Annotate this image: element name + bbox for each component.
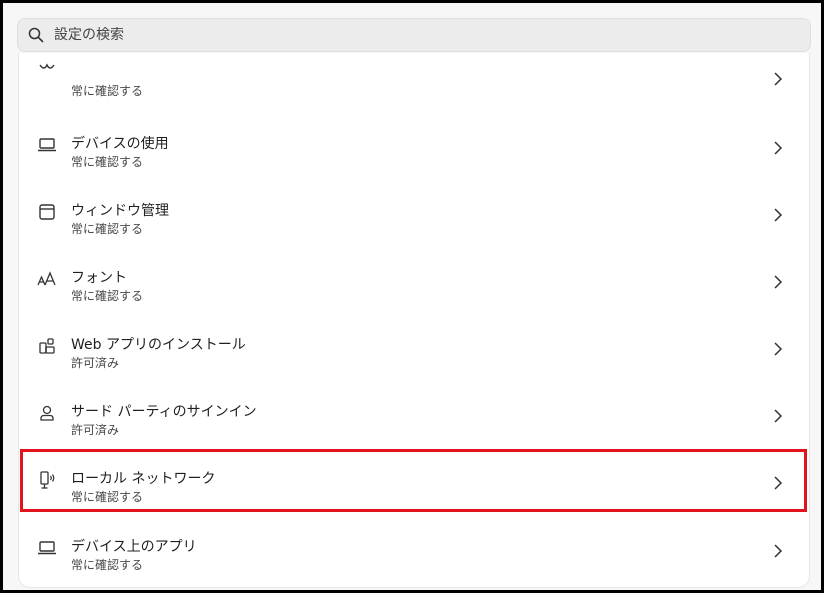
item-title: ウィンドウ管理 [71,203,169,219]
item-subtitle: 常に確認する [71,84,144,98]
list-item-partial[interactable]: 常に確認する [19,56,809,120]
permissions-list: 常に確認する デバイスの使用 常に確認する ウィンドウ管理 常に確認する フォン… [18,53,810,588]
list-item-fonts[interactable]: フォント 常に確認する [19,255,809,319]
chevron-right-icon [771,138,785,158]
search-icon [28,27,44,43]
app-install-icon [37,336,57,356]
item-title: フォント [71,270,127,286]
chevron-right-icon [771,473,785,493]
chevron-right-icon [771,205,785,225]
item-subtitle: 許可済み [71,356,120,370]
chevron-right-icon [771,272,785,292]
list-item-on-device-apps[interactable]: デバイス上のアプリ 常に確認する [19,524,809,587]
item-subtitle: 常に確認する [71,155,144,169]
laptop-icon [37,538,57,558]
list-item-local-network[interactable]: ローカル ネットワーク 常に確認する [19,456,809,520]
chevron-right-icon [771,339,785,359]
item-subtitle: 許可済み [71,423,120,437]
item-title: デバイスの使用 [71,136,169,152]
item-subtitle: 常に確認する [71,289,144,303]
item-subtitle: 常に確認する [71,558,144,572]
list-item-window-management[interactable]: ウィンドウ管理 常に確認する [19,188,809,252]
person-icon [37,403,57,423]
settings-search-bar[interactable] [17,18,811,52]
window-icon [37,202,57,222]
item-title: サード パーティのサインイン [71,404,257,420]
laptop-icon [37,135,57,155]
item-subtitle: 常に確認する [71,490,144,504]
chevron-right-icon [771,406,785,426]
search-input[interactable] [54,27,754,43]
item-title: ローカル ネットワーク [71,471,216,487]
list-item-device-usage[interactable]: デバイスの使用 常に確認する [19,121,809,185]
partially-hidden-icon [37,58,57,78]
settings-window: 常に確認する デバイスの使用 常に確認する ウィンドウ管理 常に確認する [0,0,824,593]
list-item-third-party-signin[interactable]: サード パーティのサインイン 許可済み [19,389,809,453]
chevron-right-icon [771,69,785,89]
font-icon [37,269,57,289]
item-title: Web アプリのインストール [71,337,246,353]
local-network-icon [37,470,57,490]
item-title: デバイス上のアプリ [71,539,197,555]
chevron-right-icon [771,541,785,561]
item-subtitle: 常に確認する [71,222,144,236]
list-item-web-app-install[interactable]: Web アプリのインストール 許可済み [19,322,809,386]
